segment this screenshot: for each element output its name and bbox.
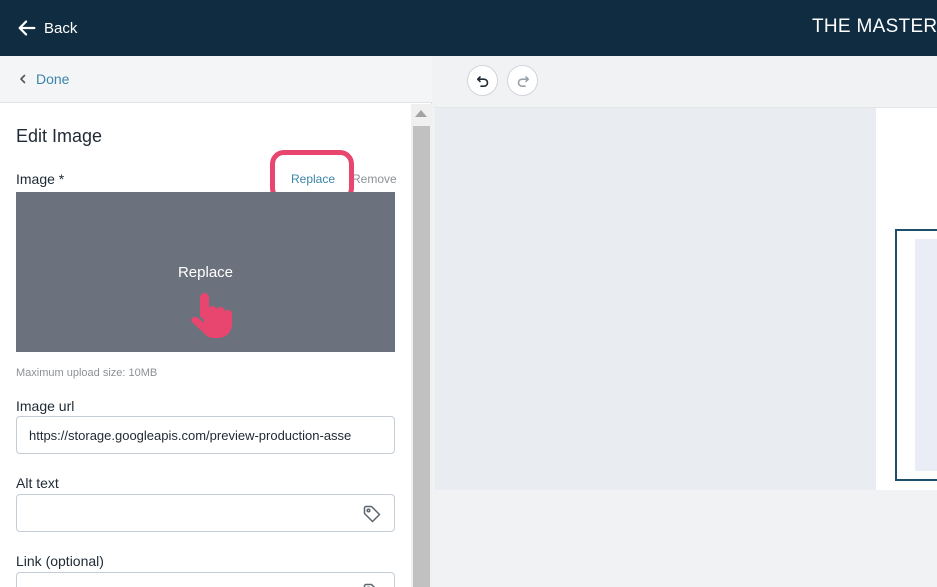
link-field[interactable]: [16, 572, 395, 587]
done-button[interactable]: Done: [18, 71, 69, 87]
redo-icon: [517, 75, 529, 87]
panel-heading: Edit Image: [16, 126, 103, 146]
back-label: Back: [44, 19, 78, 37]
image-preview-dropzone[interactable]: Replace: [16, 192, 395, 352]
image-url-field[interactable]: https://storage.googleapis.com/preview-p…: [16, 416, 395, 454]
redo-button[interactable]: [507, 65, 538, 96]
upload-size-hint: Maximum upload size: 10MB: [16, 367, 158, 379]
undo-button[interactable]: [467, 65, 498, 96]
replace-link[interactable]: Replace: [291, 172, 335, 186]
back-button[interactable]: Back: [16, 16, 77, 40]
top-bar: Back THE MASTER T: [0, 0, 937, 56]
scroll-thumb[interactable]: [413, 126, 430, 587]
image-placeholder: [915, 239, 937, 471]
app-title: THE MASTER T: [812, 16, 937, 37]
selected-image-block[interactable]: [895, 229, 937, 481]
tag-icon[interactable]: [362, 582, 382, 587]
tag-icon[interactable]: [362, 504, 382, 524]
pointing-hand-icon: [191, 293, 232, 338]
alt-text-field[interactable]: [16, 494, 395, 532]
alt-text-label: Alt text: [16, 475, 59, 491]
arrow-left-icon: [18, 20, 36, 36]
preview-replace-text: Replace: [177, 264, 234, 281]
image-label: Image *: [16, 171, 65, 187]
undo-icon: [476, 75, 488, 87]
edit-panel: Done Edit Image Image * Replace Remove R…: [0, 56, 432, 587]
done-label: Done: [36, 71, 70, 87]
canvas-background: [435, 108, 876, 490]
panel-scrollbar[interactable]: [411, 104, 432, 587]
chevron-left-icon: [20, 74, 26, 84]
done-bar: Done: [0, 56, 432, 103]
scroll-up-arrow-icon[interactable]: [415, 110, 427, 117]
editor-canvas-area: [433, 56, 937, 587]
image-url-value: https://storage.googleapis.com/preview-p…: [29, 428, 352, 443]
link-label: Link (optional): [16, 553, 104, 569]
panel-content: Edit Image Image * Replace Remove Replac…: [0, 104, 411, 587]
remove-link[interactable]: Remove: [352, 172, 397, 186]
image-url-label: Image url: [16, 398, 75, 414]
